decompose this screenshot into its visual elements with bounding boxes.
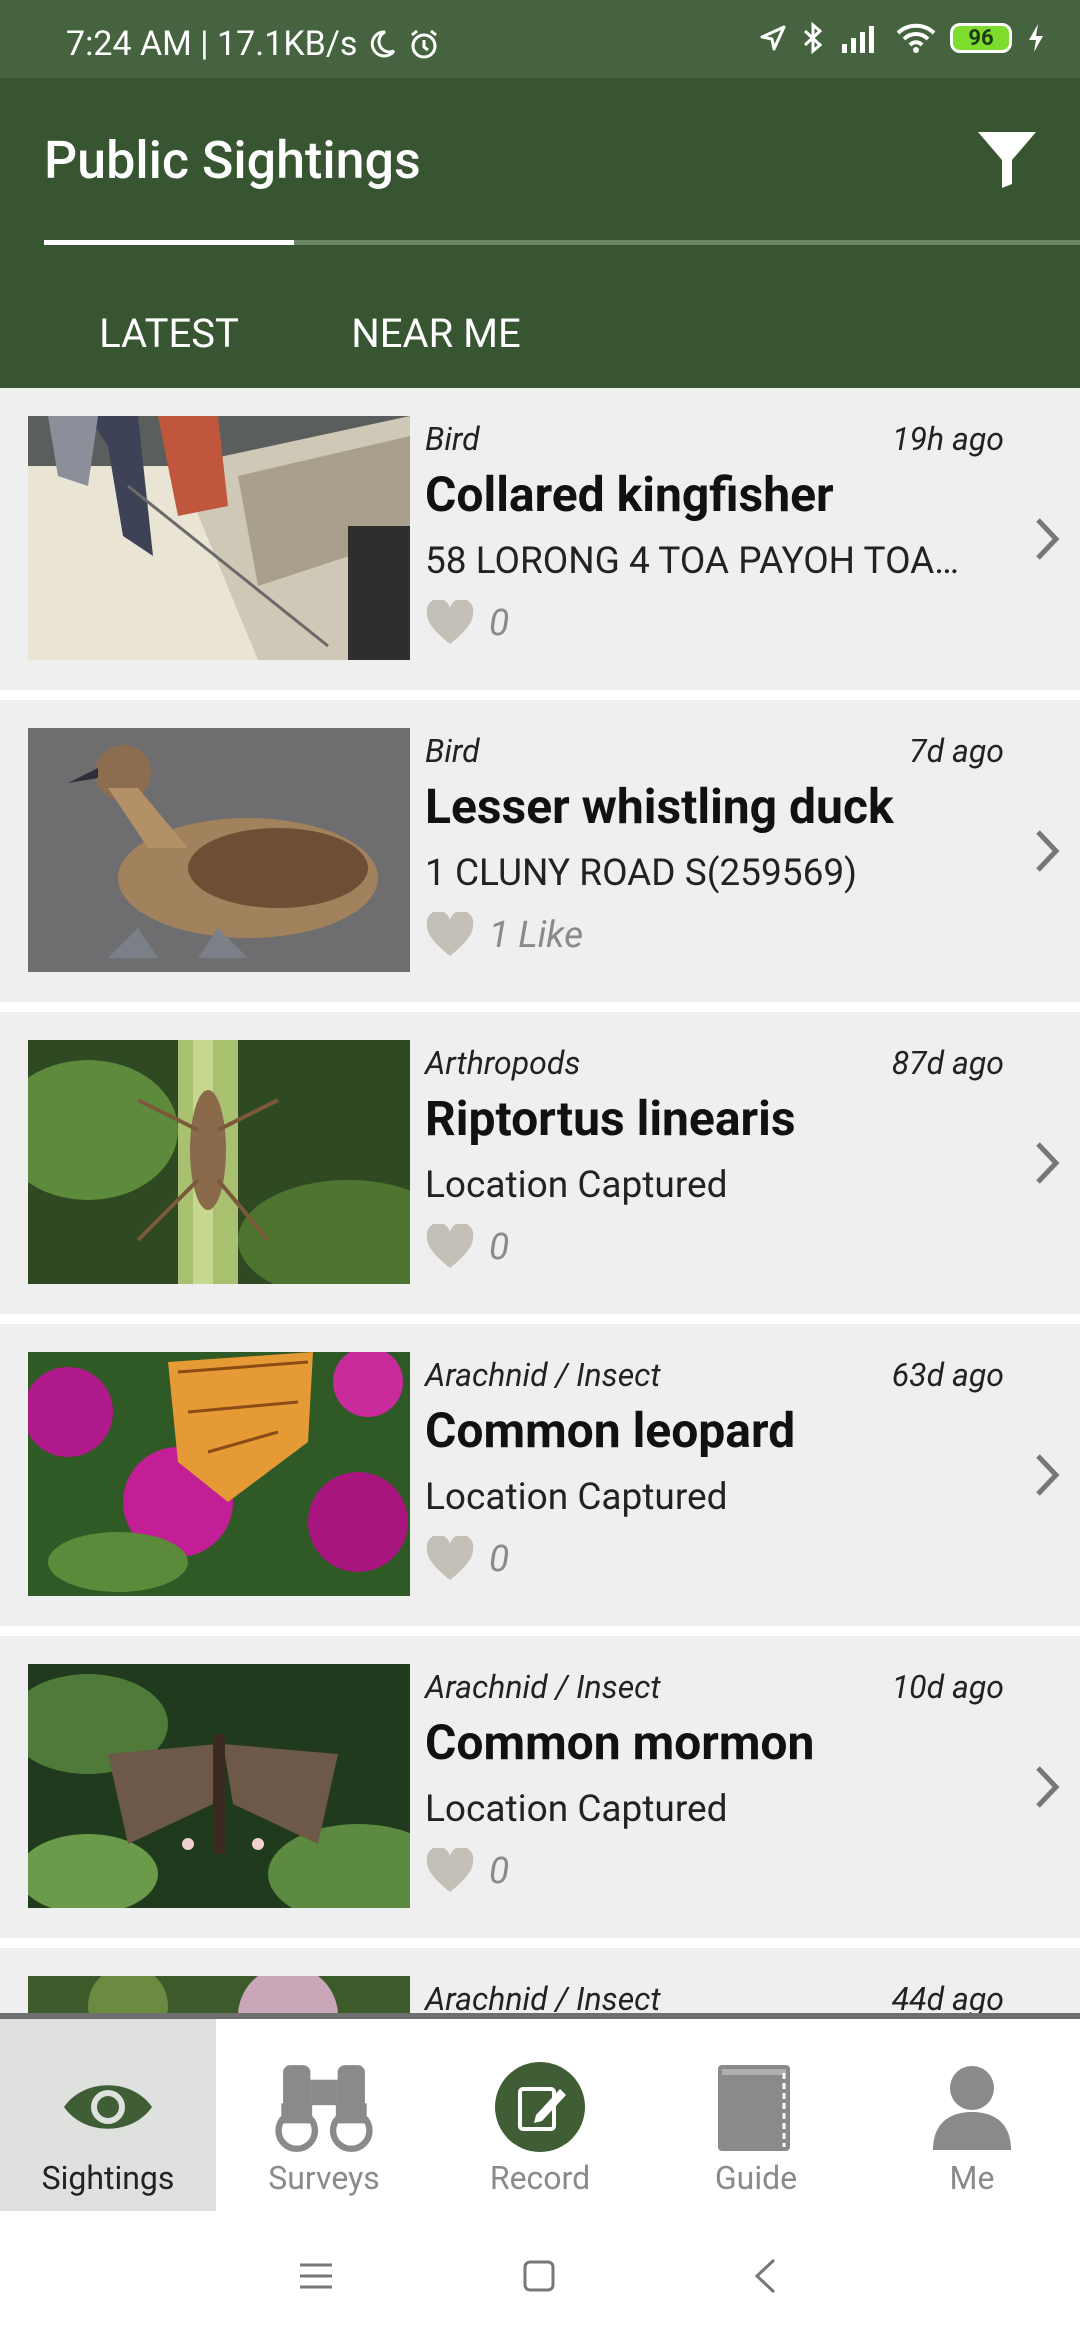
sighting-location: Location Captured: [425, 1476, 728, 1519]
nav-label: Surveys: [268, 2159, 380, 2197]
sighting-photo: [28, 1664, 410, 1908]
sighting-time: 44d ago: [891, 1980, 1004, 2013]
sighting-card[interactable]: Bird 19h ago Collared kingfisher 58 LORO…: [0, 388, 1080, 691]
nav-me[interactable]: Me: [864, 2019, 1080, 2217]
menu-icon[interactable]: [298, 2261, 334, 2291]
nav-label: Sightings: [41, 2159, 175, 2197]
sighting-category: Arthropods: [425, 1044, 581, 1082]
sighting-card[interactable]: Bird 7d ago Lesser whistling duck 1 CLUN…: [0, 700, 1080, 1003]
nav-surveys[interactable]: Surveys: [216, 2019, 432, 2217]
sighting-photo: [28, 1040, 410, 1284]
status-bar: 7:24 AM | 17.1KB/s 96: [0, 0, 1080, 78]
nav-sightings[interactable]: Sightings: [0, 2019, 216, 2217]
nav-label: Record: [489, 2159, 591, 2197]
like-count: 0: [489, 1225, 510, 1269]
sighting-time: 7d ago: [909, 732, 1004, 770]
signal-icon: [842, 26, 874, 53]
like-count: 0: [489, 1537, 510, 1581]
sighting-location: Location Captured: [425, 1788, 728, 1831]
sighting-name: Common mormon: [425, 1714, 815, 1771]
sighting-photo: [28, 728, 410, 972]
moon-icon: [371, 30, 396, 58]
tab-bar: LATEST NEAR ME: [0, 278, 1080, 388]
location-icon: [760, 25, 786, 51]
record-icon: [495, 2062, 585, 2152]
system-nav-bar: [0, 2211, 1080, 2340]
chevron-right-icon: [1036, 1766, 1060, 1808]
sighting-card[interactable]: Arthropods 87d ago Riptortus linearis Lo…: [0, 1012, 1080, 1315]
page-title: Public Sightings: [44, 130, 421, 191]
filter-icon: [978, 132, 1036, 188]
sighting-location: 58 LORONG 4 TOA PAYOH TOA…: [425, 540, 960, 583]
tab-near-me[interactable]: NEAR ME: [300, 278, 572, 388]
like-count: 0: [489, 1849, 510, 1893]
nav-guide[interactable]: Guide: [648, 2019, 864, 2217]
sighting-time: 10d ago: [891, 1668, 1004, 1706]
sighting-location: Location Captured: [425, 1164, 728, 1207]
battery-indicator: 96: [950, 23, 1012, 53]
alarm-icon: [411, 29, 438, 59]
sighting-category: Arachnid / Insect: [425, 1980, 661, 2013]
chevron-right-icon: [1036, 1454, 1060, 1496]
bluetooth-icon: [803, 22, 823, 54]
heart-icon: [426, 1536, 474, 1580]
tab-track: [294, 240, 1080, 245]
sighting-name: Lesser whistling duck: [425, 778, 894, 835]
sighting-name: Common leopard: [425, 1402, 796, 1459]
binoculars-icon: [275, 2065, 373, 2152]
person-icon: [933, 2066, 1011, 2150]
sighting-category: Bird: [425, 420, 480, 458]
sighting-card[interactable]: Arachnid / Insect 63d ago Common leopard…: [0, 1324, 1080, 1627]
sightings-list[interactable]: Bird 19h ago Collared kingfisher 58 LORO…: [0, 388, 1080, 2013]
sighting-photo: [28, 1976, 410, 2013]
sighting-card[interactable]: Arachnid / Insect 10d ago Common mormon …: [0, 1636, 1080, 1939]
sighting-category: Arachnid / Insect: [425, 1668, 661, 1706]
sighting-category: Arachnid / Insect: [425, 1356, 661, 1394]
nav-label: Guide: [714, 2159, 798, 2197]
status-time: 7:24 AM | 17.1KB/s: [66, 24, 358, 64]
chevron-right-icon: [1036, 830, 1060, 872]
eye-icon: [64, 2085, 152, 2129]
tab-indicator: [44, 240, 294, 245]
wifi-icon: [896, 23, 936, 53]
charging-icon: [1029, 24, 1043, 52]
back-icon[interactable]: [752, 2257, 778, 2295]
tab-latest[interactable]: LATEST: [44, 278, 294, 388]
sighting-photo: [28, 416, 410, 660]
like-count: 1 Like: [489, 913, 584, 957]
divider: [0, 1626, 1080, 1636]
heart-icon: [426, 600, 474, 644]
book-icon: [718, 2065, 790, 2151]
like-button[interactable]: 0: [425, 600, 509, 646]
sighting-category: Bird: [425, 732, 480, 770]
sighting-time: 87d ago: [891, 1044, 1004, 1082]
like-button[interactable]: 0: [425, 1848, 509, 1894]
divider: [0, 1002, 1080, 1012]
sighting-card[interactable]: Arachnid / Insect 44d ago: [0, 1948, 1080, 2013]
like-button[interactable]: 0: [425, 1536, 509, 1582]
like-count: 0: [489, 601, 510, 645]
heart-icon: [426, 1224, 474, 1268]
chevron-right-icon: [1036, 1142, 1060, 1184]
sighting-location: 1 CLUNY ROAD S(259569): [425, 852, 858, 895]
app-bar: Public Sightings LATEST NEAR ME: [0, 78, 1080, 388]
sighting-name: Collared kingfisher: [425, 466, 834, 523]
sighting-photo: [28, 1352, 410, 1596]
filter-button[interactable]: [972, 122, 1042, 192]
sighting-time: 63d ago: [891, 1356, 1004, 1394]
sighting-time: 19h ago: [892, 420, 1004, 458]
nav-record[interactable]: Record: [432, 2019, 648, 2217]
divider: [0, 1938, 1080, 1948]
nav-label: Me: [949, 2159, 995, 2197]
bottom-nav: Sightings Surveys Record Guide Me: [0, 2013, 1080, 2217]
divider: [0, 1314, 1080, 1324]
sighting-name: Riptortus linearis: [425, 1090, 796, 1147]
like-button[interactable]: 0: [425, 1224, 509, 1270]
divider: [0, 690, 1080, 700]
chevron-right-icon: [1036, 518, 1060, 560]
like-button[interactable]: 1 Like: [425, 912, 583, 958]
home-icon[interactable]: [522, 2259, 556, 2293]
heart-icon: [426, 1848, 474, 1892]
heart-icon: [426, 912, 474, 956]
